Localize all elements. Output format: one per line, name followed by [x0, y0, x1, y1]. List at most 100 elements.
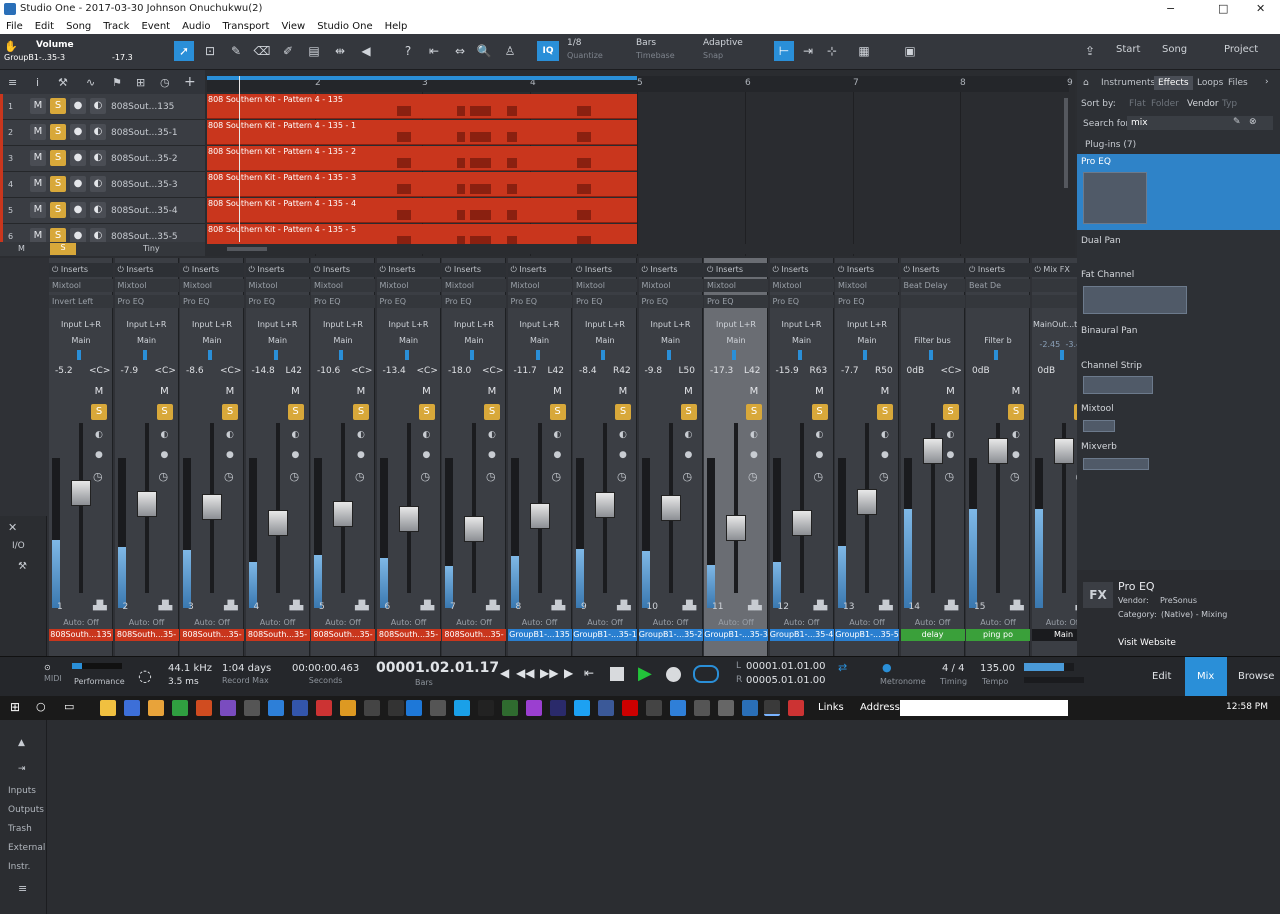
input-select[interactable]: Input L+R: [704, 320, 768, 329]
quantize-select[interactable]: 1/8 Quantize: [567, 38, 603, 60]
upload-icon[interactable]: ⇪: [1080, 41, 1100, 61]
snap-select[interactable]: Adaptive Snap: [703, 38, 743, 60]
power-icon[interactable]: ⏻: [969, 265, 978, 274]
volume-fader[interactable]: [267, 510, 288, 536]
fullscreen-icon[interactable]: ▣: [900, 41, 920, 61]
record-arm-icon[interactable]: ●: [70, 98, 86, 114]
monitor-icon[interactable]: ◐: [357, 430, 365, 440]
output-select[interactable]: Main: [573, 336, 637, 345]
automation-mode[interactable]: Auto: Off: [639, 618, 703, 627]
insert-slot-1[interactable]: Mixtool: [311, 279, 375, 292]
insert-slot-2[interactable]: Pro EQ: [376, 295, 441, 308]
input-select[interactable]: Input L+R: [508, 320, 572, 329]
channel-strip[interactable]: ⏻ Inserts Mixtool Pro EQ Input L+R Main …: [507, 258, 572, 656]
solo-button[interactable]: S: [156, 404, 173, 420]
solo-button[interactable]: S: [484, 404, 500, 420]
volume-fader[interactable]: [529, 502, 550, 529]
mute-button[interactable]: M: [288, 386, 304, 400]
menu-song[interactable]: Song: [66, 21, 91, 32]
output-select[interactable]: Main: [180, 336, 244, 345]
pan-readout[interactable]: <C>: [89, 366, 110, 376]
channel-strip[interactable]: ⏻ Inserts Mixtool Pro EQ Input L+R Main …: [573, 258, 637, 656]
app13-icon[interactable]: [646, 700, 662, 716]
inserts-header[interactable]: ⏻ Inserts: [638, 263, 703, 277]
insert-slot-1[interactable]: Mixtool: [180, 279, 244, 292]
trash-button[interactable]: Trash: [8, 824, 32, 834]
insert-slot-1[interactable]: Mixtool: [245, 279, 310, 292]
menu-help[interactable]: Help: [385, 21, 408, 32]
output-select[interactable]: Main: [508, 336, 572, 345]
record-arm-icon[interactable]: ●: [161, 450, 169, 460]
insert-slot-2[interactable]: Pro EQ: [442, 295, 506, 308]
clock-icon[interactable]: ◷: [160, 76, 170, 89]
mute-button[interactable]: M: [943, 386, 959, 400]
insert-slot-2[interactable]: Pro EQ: [507, 295, 572, 308]
loop-start-icon[interactable]: ⇤: [584, 666, 594, 680]
record-arm-icon[interactable]: ●: [685, 450, 693, 460]
inserts-header[interactable]: ⏻ Inserts: [49, 263, 113, 277]
insert-slot-2[interactable]: Pro EQ: [704, 295, 768, 308]
channel-strip[interactable]: ⏻ Inserts Beat Delay Filter bus 0dB <C> …: [900, 258, 965, 656]
grid-icon[interactable]: ⊞: [136, 76, 145, 89]
monitor-icon[interactable]: ◐: [554, 430, 562, 440]
volume-fader[interactable]: [202, 493, 222, 520]
volume-readout[interactable]: -11.7: [514, 366, 537, 376]
mute-button[interactable]: M: [353, 386, 369, 400]
power-icon[interactable]: ⏻: [707, 265, 716, 274]
track-header[interactable]: 5 M S ● ◐ 808Sout...35-4: [0, 198, 205, 224]
word-icon[interactable]: [124, 700, 140, 716]
onenote-icon[interactable]: [220, 700, 236, 716]
app18-icon[interactable]: [788, 700, 804, 716]
loop-range[interactable]: [207, 76, 637, 80]
visit-website-link[interactable]: Visit Website: [1118, 638, 1176, 648]
record-arm-icon[interactable]: ●: [554, 450, 562, 460]
add-track-icon[interactable]: +: [184, 74, 196, 90]
pan-readout[interactable]: <C>: [482, 366, 503, 376]
snap-to-grid-icon[interactable]: ⊢: [774, 41, 794, 61]
close-mixer-icon[interactable]: ✕: [8, 521, 17, 534]
audio-clip[interactable]: 808 Southern Kit - Pattern 4 - 135: [207, 94, 637, 119]
listen-tool-icon[interactable]: ♙: [500, 41, 520, 61]
output-select[interactable]: Main: [770, 336, 834, 345]
master-volume-slider[interactable]: [1024, 677, 1084, 683]
tab-instruments[interactable]: Instruments: [1101, 78, 1155, 88]
edit-icon[interactable]: ✎: [1233, 117, 1241, 127]
menu-icon[interactable]: ≡: [8, 76, 17, 89]
pan-knob-icon[interactable]: ◷: [421, 470, 431, 483]
power-icon[interactable]: ⏻: [576, 265, 585, 274]
input-select[interactable]: Input L+R: [180, 320, 244, 329]
volume-fader[interactable]: [464, 516, 484, 542]
timebase-select[interactable]: Bars Timebase: [636, 38, 675, 60]
volume-fader[interactable]: [595, 492, 615, 518]
monitor-icon[interactable]: ◐: [1012, 430, 1020, 440]
pan-knob-icon[interactable]: ◷: [748, 470, 758, 483]
pan-readout[interactable]: <C>: [417, 366, 438, 376]
channel-label[interactable]: 808South...35-6: [442, 629, 506, 641]
pan-readout[interactable]: R50: [875, 366, 893, 376]
input-select[interactable]: Input L+R: [246, 320, 310, 329]
power-icon[interactable]: ⏻: [183, 265, 192, 274]
channel-strip[interactable]: ⏻ Inserts Mixtool Pro EQ Input L+R Main …: [180, 258, 244, 656]
app14-icon[interactable]: [670, 700, 686, 716]
input-select[interactable]: Input L+R: [573, 320, 637, 329]
volume-fader[interactable]: [136, 490, 157, 517]
explorer-icon[interactable]: [100, 700, 116, 716]
record-arm-icon[interactable]: ●: [619, 450, 627, 460]
windows-start-icon[interactable]: ⊞: [10, 700, 26, 716]
zoom-icon[interactable]: 🔍: [474, 41, 494, 61]
app6-icon[interactable]: [364, 700, 380, 716]
menu-audio[interactable]: Audio: [182, 21, 210, 32]
view-browse[interactable]: Browse: [1238, 671, 1274, 682]
monitor-icon[interactable]: ◐: [423, 430, 431, 440]
monitor-icon[interactable]: ◐: [292, 430, 300, 440]
loop-start[interactable]: 00001.01.01.00: [746, 661, 826, 672]
minimize-button[interactable]: −: [1166, 2, 1175, 15]
solo-button[interactable]: S: [549, 404, 566, 420]
solo-button[interactable]: S: [50, 98, 66, 114]
track-name[interactable]: 808Sout...35-3: [111, 180, 178, 190]
output-select[interactable]: Main: [49, 336, 113, 345]
audio-clip[interactable]: 808 Southern Kit - Pattern 4 - 135 - 2: [207, 146, 637, 171]
input-select[interactable]: Input L+R: [377, 320, 441, 329]
pan-knob-icon[interactable]: ◷: [486, 470, 496, 483]
monitor-icon[interactable]: ◐: [161, 430, 169, 440]
